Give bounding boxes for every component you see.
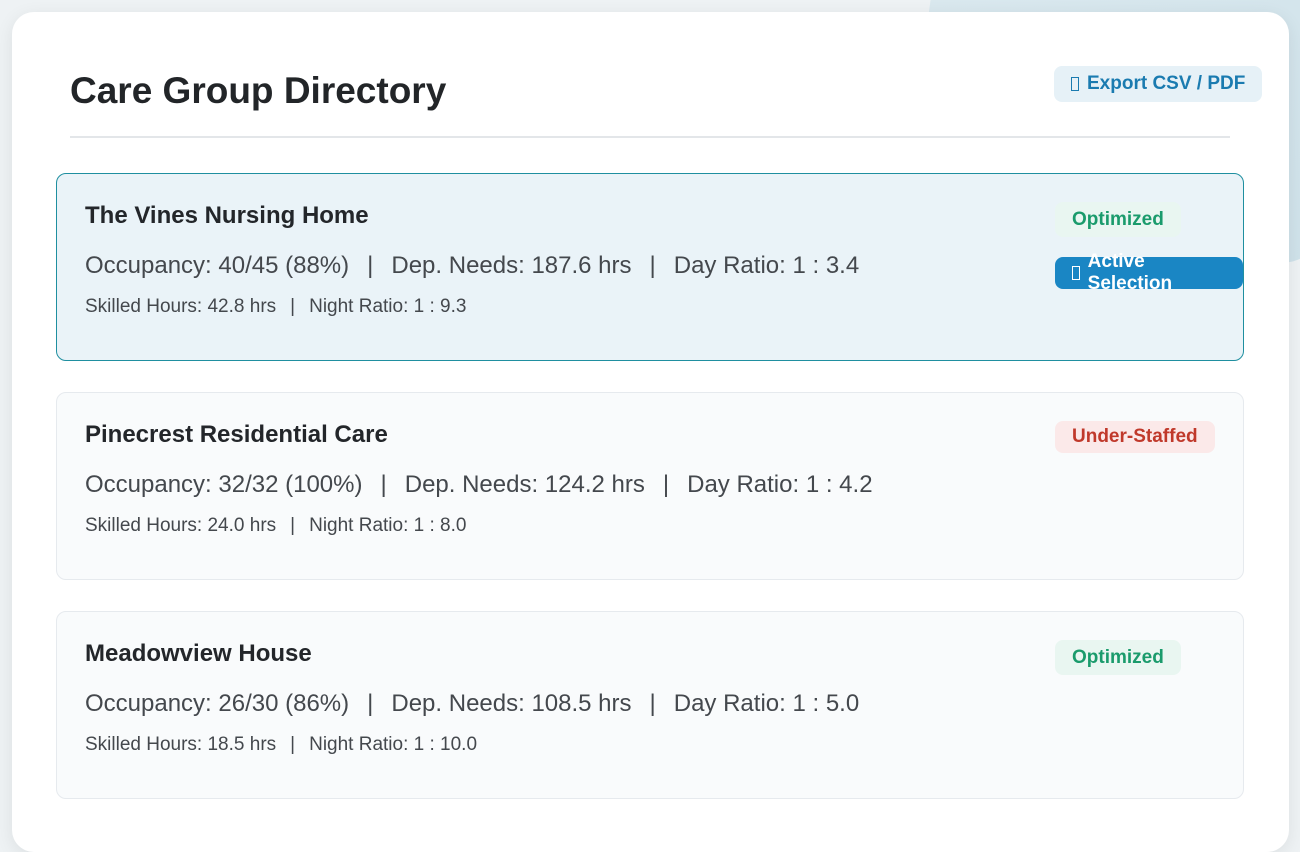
dep-needs-value: Dep. Needs: 124.2 hrs [404,471,645,498]
care-home-name: Pinecrest Residential Care [85,421,388,448]
card-main-stats: Occupancy: 40/45 (88%) | Dep. Needs: 187.6… [85,252,859,280]
export-button[interactable]: Export CSV / PDF [1054,66,1263,102]
separator: | [290,296,296,317]
occupancy-value: Occupancy: 32/32 (100%) [85,471,363,498]
card-main-stats: Occupancy: 32/32 (100%) | Dep. Needs: 124.… [85,471,873,499]
separator: | [380,471,387,498]
separator: | [290,515,296,536]
dep-needs-value: Dep. Needs: 108.5 hrs [391,690,632,717]
download-icon [1071,77,1079,91]
status-badge: Optimized [1055,202,1181,237]
occupancy-value: Occupancy: 26/30 (86%) [85,690,350,717]
separator: | [367,690,374,717]
dep-needs-value: Dep. Needs: 187.6 hrs [391,252,632,279]
care-home-card[interactable]: The Vines Nursing Home Occupancy: 40/45 … [56,173,1244,361]
export-button-label: Export CSV / PDF [1087,73,1246,94]
page-title: Care Group Directory [70,70,447,111]
care-home-card[interactable]: Meadowview House Occupancy: 26/30 (86%) |… [56,611,1244,799]
card-sub-stats: Skilled Hours: 42.8 hrs | Night Ratio: 1 :… [85,296,466,318]
card-main-stats: Occupancy: 26/30 (86%) | Dep. Needs: 108.5… [85,690,859,718]
day-ratio-value: Day Ratio: 1 : 5.0 [673,690,860,717]
day-ratio-value: Day Ratio: 1 : 3.4 [673,252,860,279]
active-selection-badge: Active Selection [1055,251,1243,294]
separator: | [649,252,656,279]
occupancy-value: Occupancy: 40/45 (88%) [85,252,350,279]
status-badge: Under-Staffed [1055,421,1215,453]
day-ratio-value: Day Ratio: 1 : 4.2 [687,471,873,498]
care-home-name: The Vines Nursing Home [85,202,369,229]
status-badge: Optimized [1055,640,1181,675]
separator: | [662,471,670,498]
skilled-hours-value: Skilled Hours: 42.8 hrs [85,296,277,317]
card-sub-stats: Skilled Hours: 18.5 hrs | Night Ratio: 1 :… [85,734,477,756]
separator: | [290,734,296,755]
night-ratio-value: Night Ratio: 1 : 9.3 [309,296,467,317]
check-icon [1072,266,1080,280]
separator: | [649,690,656,717]
directory-panel: Care Group Directory Export CSV / PDF Th… [12,12,1289,852]
card-sub-stats: Skilled Hours: 24.0 hrs | Night Ratio: 1 :… [85,515,466,537]
care-home-card[interactable]: Pinecrest Residential Care Occupancy: 32… [56,392,1244,580]
skilled-hours-value: Skilled Hours: 18.5 hrs [85,734,277,755]
skilled-hours-value: Skilled Hours: 24.0 hrs [85,515,277,536]
care-home-name: Meadowview House [85,640,312,667]
night-ratio-value: Night Ratio: 1 : 10.0 [309,734,478,755]
separator: | [367,252,374,279]
active-selection-label: Active Selection [1087,251,1173,294]
night-ratio-value: Night Ratio: 1 : 8.0 [309,515,467,536]
